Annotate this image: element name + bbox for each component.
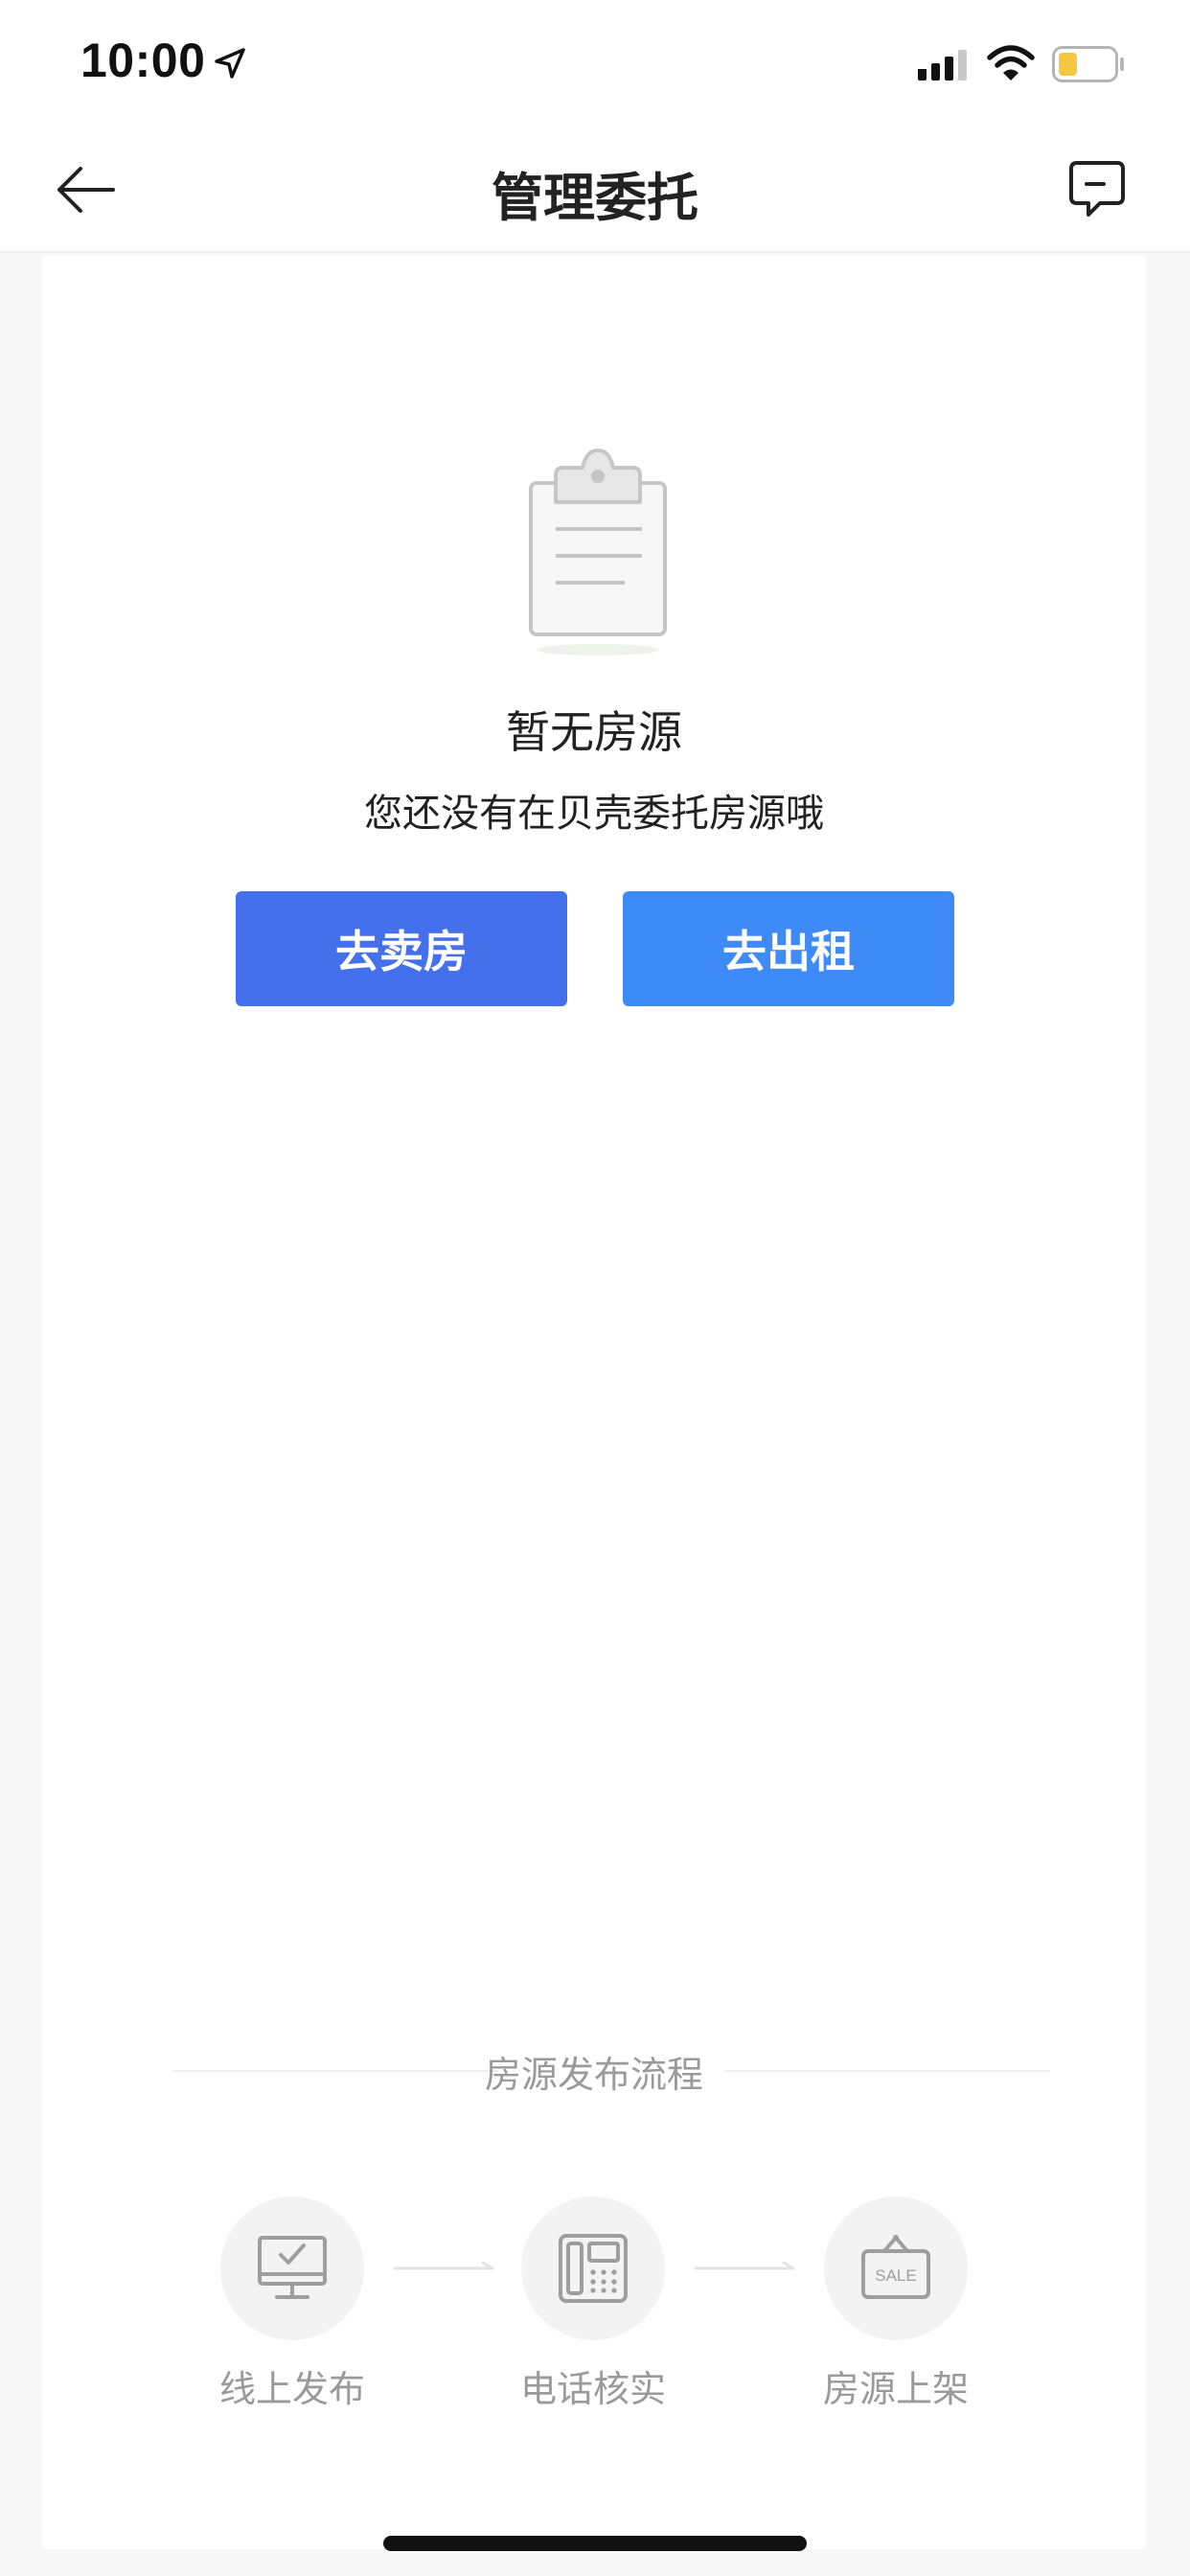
message-icon[interactable] <box>1067 159 1127 218</box>
rent-out-button[interactable]: 去出租 <box>623 891 954 1006</box>
step-label: 房源上架 <box>822 2368 969 2410</box>
page-title: 管理委托 <box>492 168 698 228</box>
status-bar: 10:00 <box>0 0 1190 126</box>
sale-sign-text: SALE <box>875 2266 916 2285</box>
step-arrow-icon <box>393 2262 494 2270</box>
wifi-icon <box>987 45 1035 80</box>
process-title: 房源发布流程 <box>484 2054 703 2096</box>
location-arrow-icon <box>215 48 245 79</box>
step-online-publish <box>220 2196 364 2340</box>
sale-sign-icon: SALE <box>861 2235 930 2299</box>
nav-bar: 管理委托 <box>0 126 1190 253</box>
step-arrow-icon <box>694 2262 795 2270</box>
signal-icon <box>918 50 967 80</box>
clipboard-icon <box>529 448 667 656</box>
monitor-check-icon <box>258 2236 327 2299</box>
sell-house-button[interactable]: 去卖房 <box>236 891 567 1006</box>
empty-title: 暂无房源 <box>506 706 682 758</box>
screen: 10:00 管理委托 暂无房源 您还没有在贝壳委托房源哦 去卖房 去出租 房源发… <box>0 0 1190 2576</box>
step-listing-live: SALE <box>824 2196 968 2340</box>
telephone-icon <box>559 2234 628 2303</box>
content-card: 暂无房源 您还没有在贝壳委托房源哦 去卖房 去出租 房源发布流程 SALE 线上… <box>42 255 1146 2549</box>
status-time: 10:00 <box>80 34 206 87</box>
step-label: 线上发布 <box>218 2368 365 2410</box>
empty-description: 您还没有在贝壳委托房源哦 <box>364 792 824 836</box>
step-label: 电话核实 <box>519 2368 666 2410</box>
battery-icon <box>1052 46 1124 82</box>
home-indicator[interactable] <box>383 2536 807 2551</box>
step-phone-verify <box>521 2196 665 2340</box>
